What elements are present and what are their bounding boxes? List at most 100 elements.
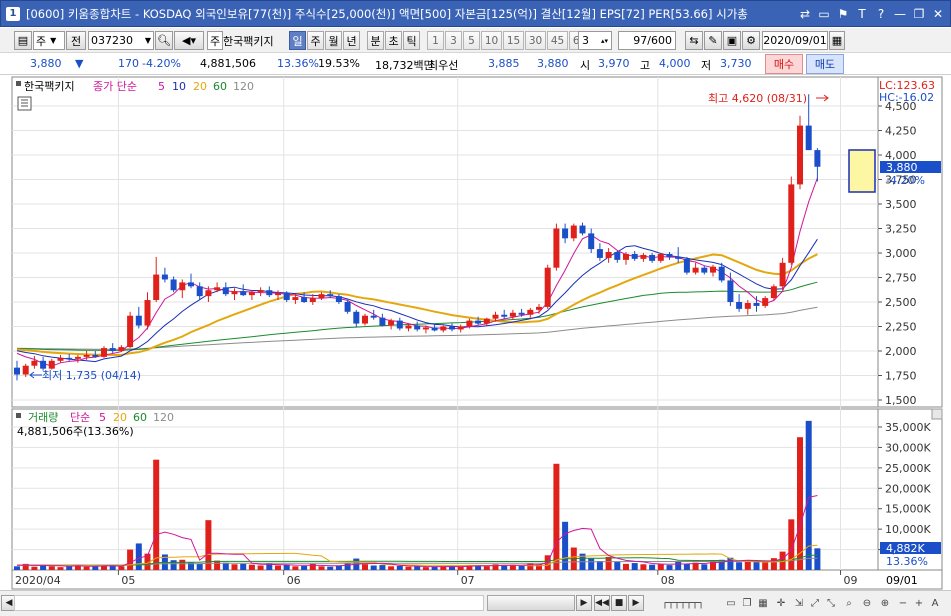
buy-button[interactable]: 매수 (765, 54, 803, 74)
tool-icon[interactable]: ✎ (704, 31, 722, 50)
search-icon[interactable]: 🔍︎ (155, 31, 173, 50)
shrink-icon[interactable]: ⤡ (824, 596, 838, 610)
plus-icon[interactable]: + (912, 596, 926, 610)
interval-45[interactable]: 45 (547, 31, 568, 50)
grid-icon[interactable]: ▦ (756, 596, 770, 610)
range-type-button[interactable]: 전 (66, 31, 86, 50)
zoom-in-icon[interactable]: ⊕ (878, 596, 892, 610)
sound-icon[interactable]: ◀▾ (174, 31, 204, 50)
scroll-right-icon[interactable]: ▶ (576, 595, 592, 611)
scroll-thumb[interactable] (487, 595, 575, 611)
restore-icon[interactable]: ❐ (911, 6, 927, 22)
stock-code-input[interactable]: 037230 ▼ (88, 31, 154, 50)
window-icon[interactable]: 1 (6, 6, 20, 21)
candle-body (344, 302, 351, 312)
candle-body (570, 225, 577, 239)
interval-15[interactable]: 15 (503, 31, 524, 50)
volume-bar (205, 520, 212, 570)
candle-body (536, 306, 542, 310)
volume-pane[interactable] (11, 408, 879, 571)
candle-body (309, 298, 316, 302)
price-tick-label: 2,250 (885, 321, 917, 334)
candle-body (48, 360, 55, 369)
quote-row: 3,880 ▼ 170 -4.20% 4,881,506 13.36% 19.5… (0, 53, 951, 75)
date-input[interactable]: 2020/09/01 (762, 31, 828, 50)
close-icon[interactable]: ✕ (930, 6, 946, 22)
expand-icon[interactable]: ⤢ (808, 596, 822, 610)
candle-body (379, 317, 386, 326)
panel-icon[interactable]: ▭ (816, 6, 832, 22)
low-annotation: 최저 1,735 (04/14) (42, 369, 141, 382)
zoom-slider[interactable]: ┌┬┬┬┬┬┐ (648, 596, 718, 610)
interval-3[interactable]: 3 (445, 31, 462, 50)
sell-button[interactable]: 매도 (806, 54, 844, 74)
candle-body (353, 311, 360, 324)
period-month[interactable]: 월 (325, 31, 342, 50)
stock-name: 한국팩키지 (223, 34, 274, 48)
volume-bar (457, 566, 464, 570)
candle-body (666, 253, 673, 257)
window-copy-icon[interactable]: ❐ (740, 596, 754, 610)
stock-chart[interactable]: 4,5004,2504,0003,7503,5003,2503,0002,750… (0, 76, 951, 590)
rewind-icon[interactable]: ◀◀ (594, 595, 610, 611)
gear-icon[interactable]: ⚙ (742, 31, 760, 50)
volume-tick-label: 10,000K (885, 523, 931, 536)
period-second[interactable]: 초 (385, 31, 402, 50)
period-week[interactable]: 주 (307, 31, 324, 50)
candle-body (266, 290, 273, 296)
vol-legend-ma60: 60 (133, 411, 147, 424)
interval-30[interactable]: 30 (525, 31, 546, 50)
bottom-scrollbar: ◀ ▶ ◀◀ ■ ▶ ┌┬┬┬┬┬┐ ▭ ❐ ▦ ✛ ⇲ ⤢ ⤡ ⌕ ⊖ ⊕ −… (0, 590, 951, 616)
volume-bar (666, 565, 673, 570)
scroll-track[interactable] (14, 595, 484, 611)
interval-5[interactable]: 5 (463, 31, 480, 50)
low-label: 저 (701, 59, 712, 72)
calendar-icon[interactable]: ▦ (829, 31, 845, 50)
period-day[interactable]: 일 (289, 31, 306, 50)
arrows-icon[interactable]: ⇲ (792, 596, 806, 610)
minus-icon[interactable]: − (896, 596, 910, 610)
market-type-select[interactable]: 주 ▼ (33, 31, 65, 50)
interval-input[interactable]: 3 ▴▾ (578, 31, 612, 50)
font-icon[interactable]: T (854, 6, 870, 22)
price-pane[interactable] (11, 76, 879, 408)
price-tick-label: 2,000 (885, 345, 917, 358)
zoom-out-icon[interactable]: ⊖ (860, 596, 874, 610)
layout-icon[interactable]: ▤ (14, 31, 32, 50)
candle-body (631, 253, 638, 259)
volume-bar (675, 561, 682, 570)
interval-1[interactable]: 1 (427, 31, 444, 50)
data-count[interactable]: 97/600 (618, 31, 676, 50)
candle-body (797, 125, 803, 185)
pane-resize-icon[interactable] (931, 408, 943, 420)
period-minute[interactable]: 분 (367, 31, 384, 50)
trade-amount: 18,732백만 (375, 59, 434, 72)
font-size-icon[interactable]: A (928, 596, 942, 610)
candle-body (222, 287, 229, 295)
volume-bar (683, 563, 690, 570)
search-icon[interactable]: ⌕ (842, 596, 856, 610)
period-tick[interactable]: 틱 (403, 31, 420, 50)
candle-body (588, 233, 595, 250)
interval-10[interactable]: 10 (481, 31, 502, 50)
help-icon[interactable]: ? (873, 6, 889, 22)
flag-icon[interactable]: ⚑ (835, 6, 851, 22)
volume-bar (153, 459, 160, 570)
save-icon[interactable]: ▣ (723, 31, 741, 50)
play-icon[interactable]: ▶ (628, 595, 644, 611)
volume-bar (57, 567, 64, 570)
minimize-icon[interactable]: — (892, 6, 908, 22)
window-small-icon[interactable]: ▭ (724, 596, 738, 610)
x-tick-label: 05 (121, 574, 135, 587)
volume-bar (179, 559, 186, 570)
stop-icon[interactable]: ■ (611, 595, 627, 611)
x-tick-label: 08 (661, 574, 675, 587)
price-tick-label: 2,750 (885, 272, 917, 285)
candle-body (562, 228, 569, 239)
period-year[interactable]: 년 (343, 31, 360, 50)
price-change: 170 (118, 57, 139, 70)
title-bar: 1 [0600] 키움종합차트 - KOSDAQ 외국인보유[77(천)] 주식… (0, 0, 951, 27)
crosshair-icon[interactable]: ✛ (774, 596, 788, 610)
link-icon[interactable]: ⇄ (797, 6, 813, 22)
compare-icon[interactable]: ⇆ (685, 31, 703, 50)
